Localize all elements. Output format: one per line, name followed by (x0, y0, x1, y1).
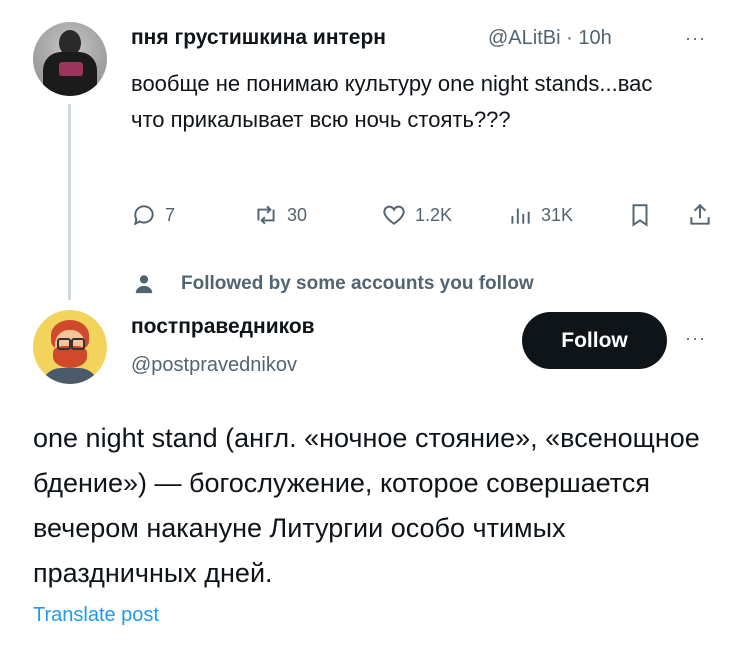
author-handle[interactable]: @ALitBi (488, 27, 561, 49)
views-count: 31K (541, 204, 574, 225)
reply-count: 7 (165, 204, 176, 225)
thread-line (68, 104, 71, 300)
share-icon (690, 203, 710, 225)
tweet-text: one night stand (англ. «ночное стояние»,… (33, 423, 700, 588)
more-options-icon[interactable]: ··· (685, 328, 706, 349)
more-options-icon[interactable]: ··· (685, 28, 706, 49)
post-time[interactable]: · 10h (566, 27, 612, 49)
bookmark-button[interactable] (627, 202, 653, 228)
views-button[interactable]: 31K (507, 202, 573, 228)
reply-button[interactable]: 7 (131, 202, 175, 228)
author-handle-time: @ALitBi · 10h (488, 27, 612, 50)
person-icon (135, 275, 153, 294)
avatar[interactable] (33, 22, 107, 96)
author-name[interactable]: постправедников (131, 315, 315, 339)
repost-icon (257, 205, 275, 225)
like-count: 1.2K (415, 204, 453, 225)
translate-post-link[interactable]: Translate post (33, 604, 159, 627)
views-icon (511, 208, 530, 224)
reply-icon (133, 205, 154, 226)
follow-button[interactable]: Follow (522, 312, 667, 369)
author-name[interactable]: пня грустишкина интерн (131, 26, 386, 50)
tweet-actions: 7 30 1.2K 31K (131, 202, 721, 234)
like-button[interactable]: 1.2K (381, 202, 452, 228)
social-context: Followed by some accounts you follow (133, 273, 534, 295)
tweet-text: вообще не понимаю культуру one night sta… (131, 71, 653, 132)
share-button[interactable] (687, 202, 713, 228)
avatar[interactable] (33, 310, 107, 384)
bookmark-icon (632, 204, 648, 227)
repost-button[interactable]: 30 (253, 202, 307, 228)
like-icon (383, 205, 405, 225)
social-context-text: Followed by some accounts you follow (181, 273, 534, 294)
author-handle[interactable]: @postpravednikov (131, 354, 297, 377)
repost-count: 30 (287, 204, 308, 225)
